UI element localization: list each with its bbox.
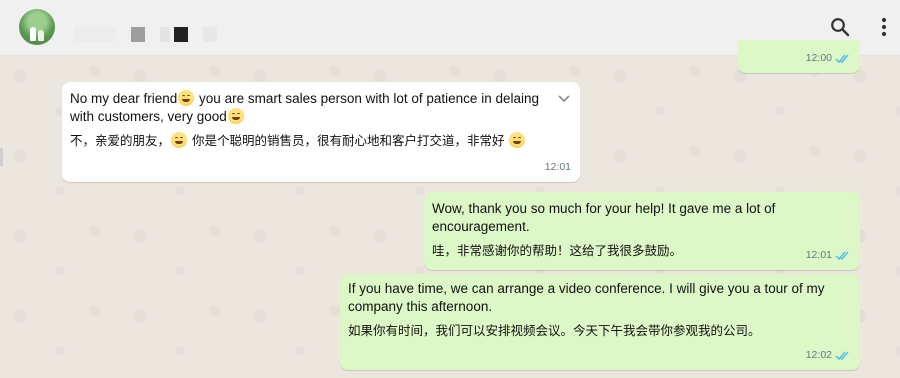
redaction-block — [203, 27, 217, 42]
avatar-figure — [38, 30, 44, 41]
read-ticks-icon — [835, 351, 849, 360]
message-text-en: If you have time, we can arrange a video… — [348, 281, 825, 314]
redaction-block — [174, 27, 188, 42]
message-text-part: 你是个聪明的销售员，很有耐心地和客户打交道，非常好 — [188, 133, 509, 148]
grinning-face-emoji-icon — [171, 132, 188, 148]
message-bubble-outgoing[interactable]: Wow, thank you so much for your help! It… — [424, 192, 860, 270]
message-time: 12:00 — [805, 52, 832, 64]
redaction-block — [131, 27, 145, 42]
message-meta: 12:00 — [806, 49, 851, 67]
message-meta: 12:02 — [806, 346, 851, 364]
message-text-en: Wow, thank you so much for your help! It… — [432, 201, 776, 234]
scroll-edge — [0, 148, 3, 166]
contact-avatar[interactable] — [19, 9, 55, 45]
message-text-part: No my dear friend — [70, 91, 178, 106]
message-meta: 12:01 — [545, 158, 571, 176]
message-text-zh: 不，亲爱的朋友， 你是个聪明的销售员，很有耐心地和客户打交道，非常好 — [70, 132, 550, 150]
redaction-block — [74, 27, 116, 42]
message-text-en: No my dear friend you are smart sales pe… — [70, 90, 550, 126]
message-bubble-incoming[interactable]: No my dear friend you are smart sales pe… — [62, 82, 580, 182]
grinning-face-emoji-icon — [509, 132, 526, 148]
search-icon[interactable] — [828, 15, 852, 39]
message-text-zh: 哇，非常感谢你的帮助！这给了我很多鼓励。 — [432, 243, 683, 258]
message-time: 12:01 — [544, 161, 571, 173]
message-text-zh: 如果你有时间，我们可以安排视频会议。今天下午我会带你参观我的公司。 — [348, 323, 761, 338]
message-time: 12:02 — [805, 349, 832, 361]
grinning-face-emoji-icon — [227, 108, 244, 124]
message-time: 12:01 — [805, 249, 832, 261]
avatar-figure — [30, 27, 36, 41]
message-bubble-outgoing[interactable]: If you have time, we can arrange a video… — [340, 274, 860, 370]
read-ticks-icon — [835, 54, 849, 63]
message-meta: 12:01 — [806, 246, 851, 264]
message-text-part: 不，亲爱的朋友， — [70, 133, 171, 148]
grinning-face-emoji-icon — [178, 90, 195, 106]
redaction-block — [160, 27, 170, 42]
message-bubble-outgoing[interactable]: 12:00 — [738, 40, 860, 73]
chevron-down-icon[interactable] — [556, 90, 572, 106]
more-vert-icon[interactable] — [872, 15, 896, 39]
read-ticks-icon — [835, 251, 849, 260]
